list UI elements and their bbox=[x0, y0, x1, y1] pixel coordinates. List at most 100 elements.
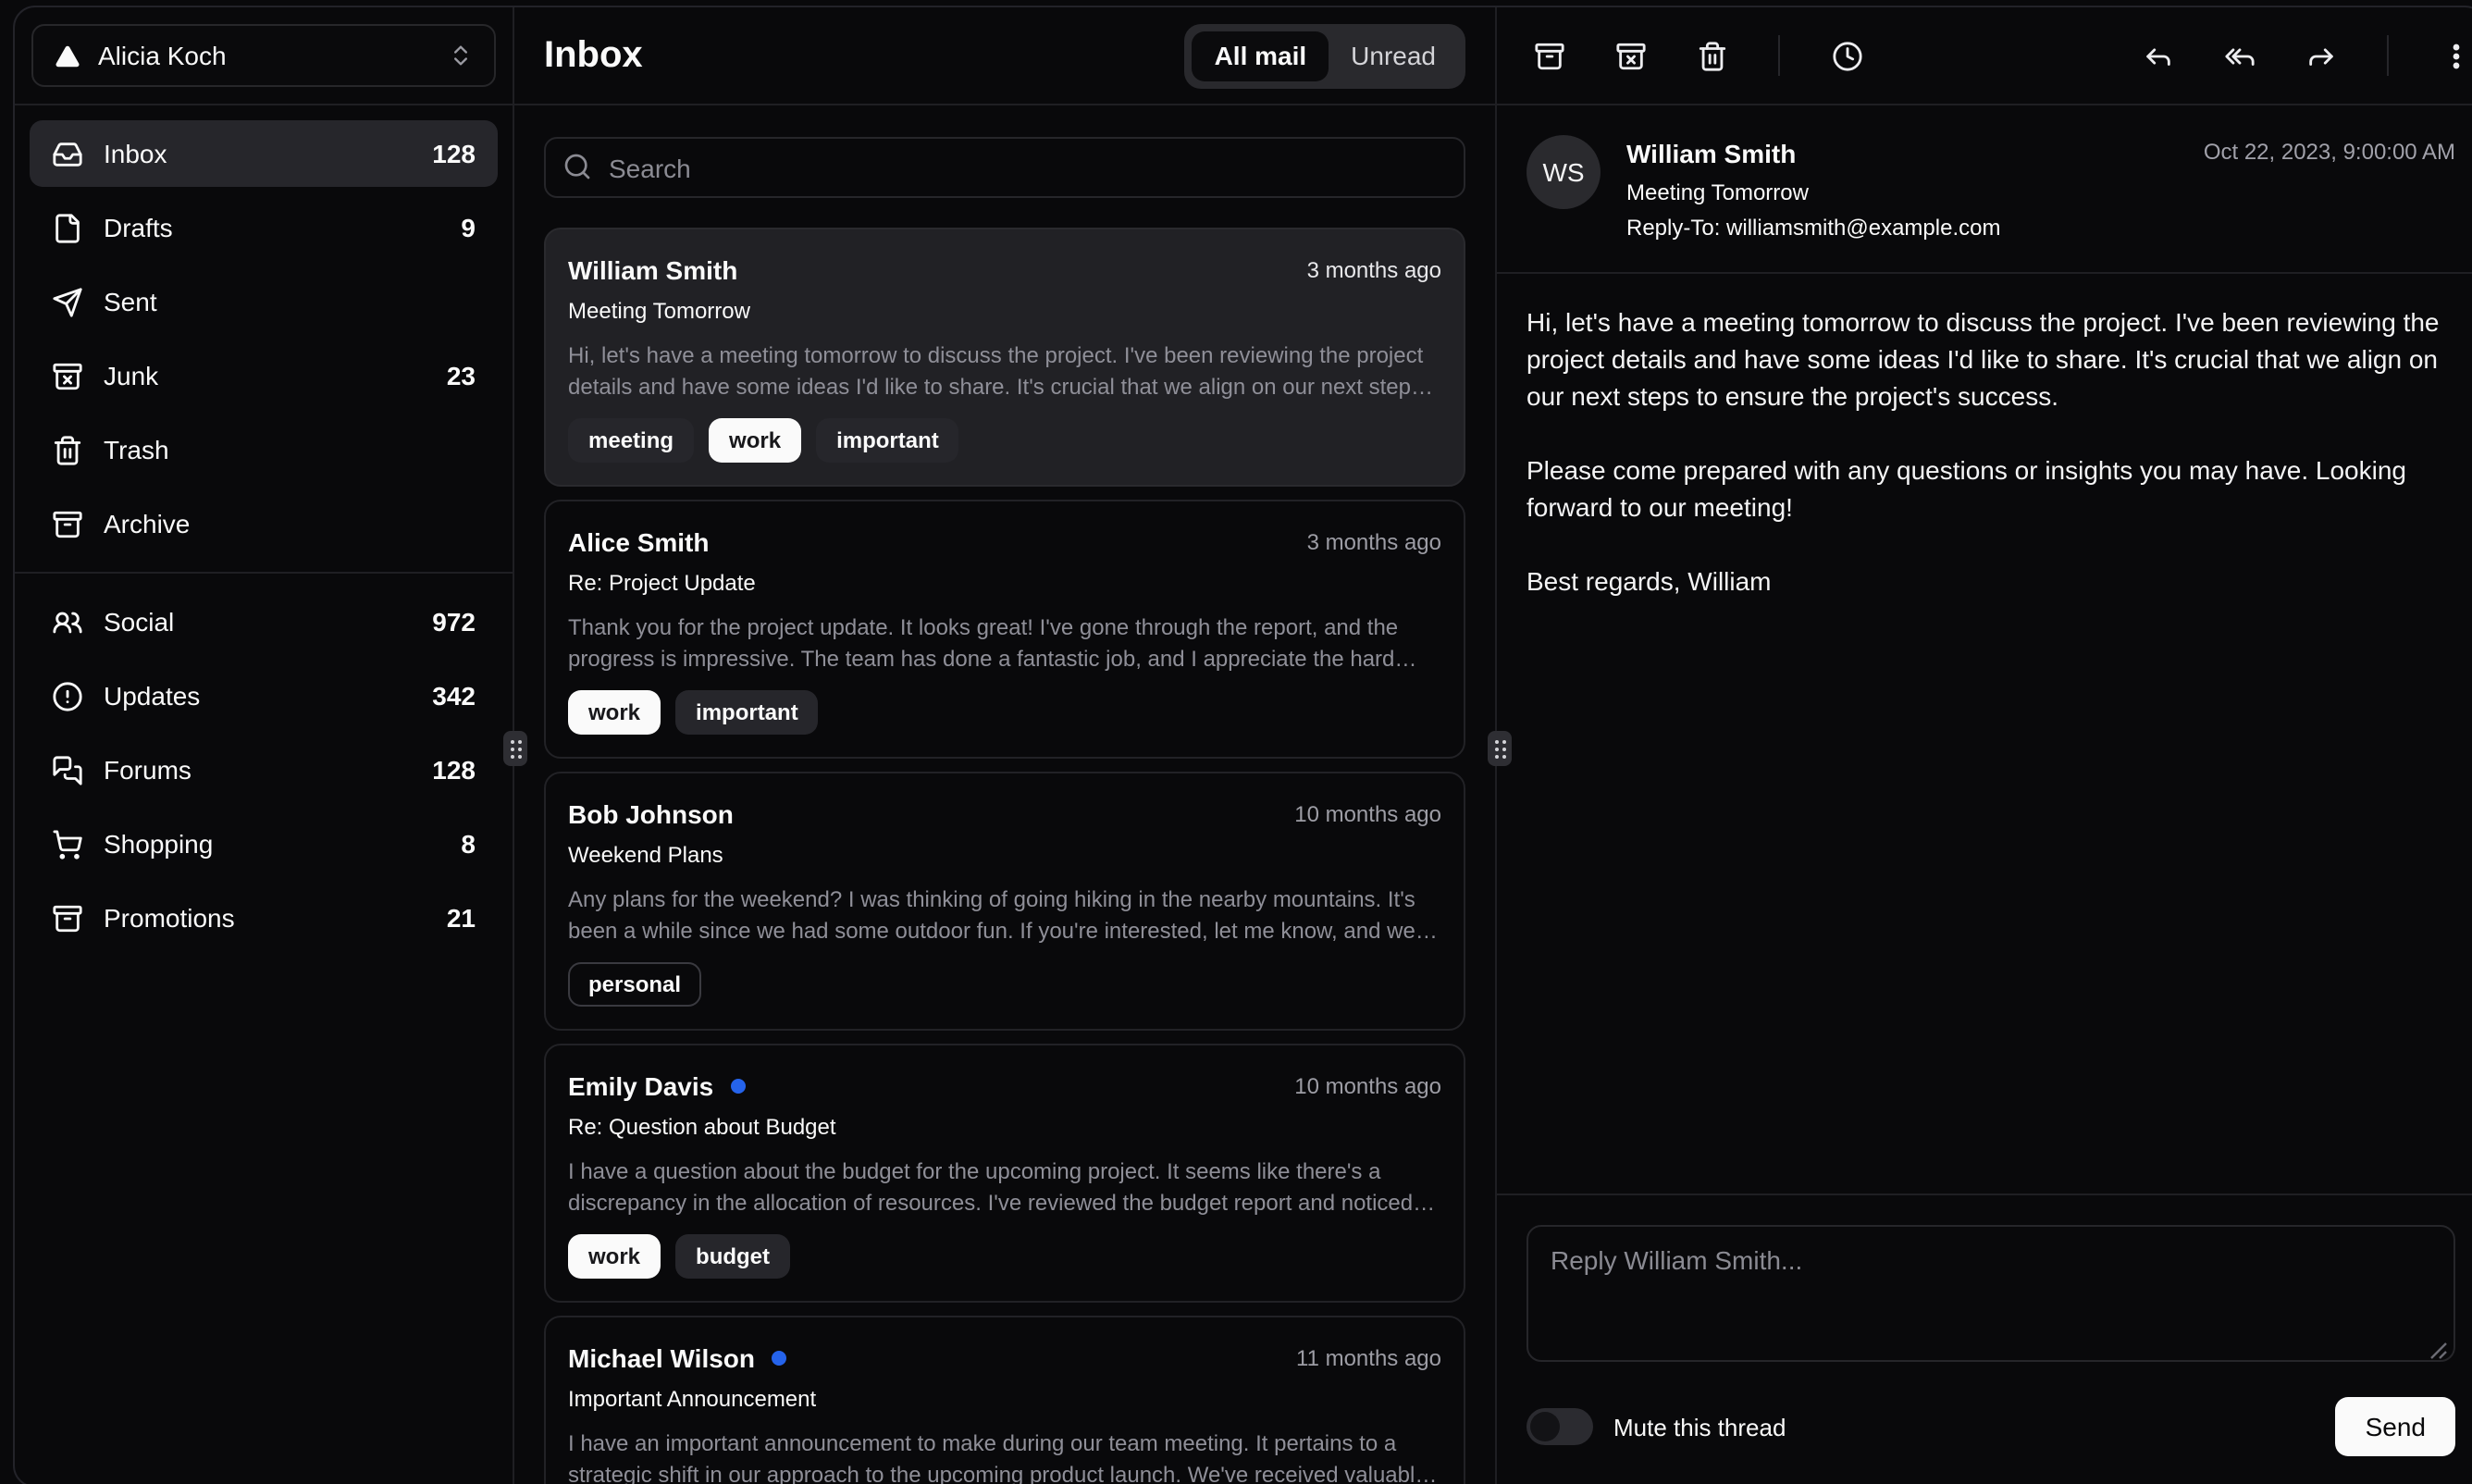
messages-square-icon bbox=[52, 754, 83, 785]
sidebar-item-trash[interactable]: Trash bbox=[30, 416, 498, 483]
label-badge-work[interactable]: work bbox=[568, 1234, 661, 1279]
email-snippet: Thank you for the project update. It loo… bbox=[568, 614, 1399, 672]
sidebar-item-social[interactable]: Social 972 bbox=[30, 588, 498, 655]
email-list: William Smith 3 months ago Meeting Tomorro… bbox=[514, 228, 1495, 1484]
sidebar-item-forums[interactable]: Forums 128 bbox=[30, 736, 498, 803]
more-vertical-button[interactable] bbox=[2422, 22, 2472, 89]
sidebar-item-count: 128 bbox=[432, 139, 476, 168]
reply-icon bbox=[2142, 40, 2173, 71]
email-sender: Michael Wilson bbox=[568, 1343, 756, 1373]
inbox-icon bbox=[52, 138, 83, 169]
search-input[interactable] bbox=[544, 137, 1465, 198]
sidebar-item-label: Drafts bbox=[104, 213, 173, 242]
sidebar-item-sent[interactable]: Sent bbox=[30, 268, 498, 335]
email-sender: Emily Davis bbox=[568, 1071, 714, 1101]
sidebar-item-count: 128 bbox=[432, 755, 476, 785]
email-header-row: Bob Johnson 10 months ago bbox=[568, 796, 1441, 833]
email-snippet: I have an important announcement to make… bbox=[568, 1430, 1428, 1484]
more-vertical-icon bbox=[2440, 40, 2471, 71]
email-list-item[interactable]: Alice Smith 3 months ago Re: Project Updat… bbox=[544, 500, 1465, 759]
toolbar-left-group bbox=[1515, 22, 1880, 89]
sidebar-item-label: Shopping bbox=[104, 829, 214, 859]
email-header-row: Michael Wilson 11 months ago bbox=[568, 1340, 1441, 1377]
email-subject: Re: Question about Budget bbox=[568, 1114, 836, 1140]
sender-info: William Smith Meeting Tomorrow Reply-To:… bbox=[1626, 135, 2000, 242]
sidebar-item-junk[interactable]: Junk 23 bbox=[30, 342, 498, 409]
email-sender: Bob Johnson bbox=[568, 799, 734, 829]
label-badge-important[interactable]: important bbox=[816, 418, 959, 463]
sidebar-item-count: 23 bbox=[446, 361, 476, 390]
mail-filter-tabs: All mail Unread bbox=[1184, 23, 1465, 88]
sender-reply-to: Reply-To: williamsmith@example.com bbox=[1626, 215, 2001, 241]
sidebar: Alicia Koch Inbox 128 Drafts 9 Sent Junk 23 Tra… bbox=[15, 7, 514, 1484]
account-row: Alicia Koch bbox=[15, 7, 513, 105]
sidebar-item-archive[interactable]: Archive bbox=[30, 490, 498, 557]
message-date: Oct 22, 2023, 9:00:00 AM bbox=[2203, 139, 2455, 165]
toolbar-right-group bbox=[2124, 22, 2472, 89]
tab-all-mail[interactable]: All mail bbox=[1192, 31, 1329, 80]
page-title: Inbox bbox=[544, 34, 643, 75]
panel-resize-handle-right[interactable] bbox=[1488, 731, 1512, 766]
trash-button[interactable] bbox=[1678, 22, 1745, 89]
email-subject: Re: Project Update bbox=[568, 570, 756, 596]
archive-button[interactable] bbox=[1515, 22, 1582, 89]
trash-icon bbox=[1696, 40, 1727, 71]
email-labels: work important bbox=[568, 690, 1441, 735]
email-list-item[interactable]: William Smith 3 months ago Meeting Tomorro… bbox=[544, 228, 1465, 487]
search-box bbox=[544, 137, 1465, 198]
archive-x-button[interactable] bbox=[1597, 22, 1663, 89]
sidebar-nav-primary: Inbox 128 Drafts 9 Sent Junk 23 Trash Archive bbox=[15, 105, 513, 572]
email-snippet: Any plans for the weekend? I was thinkin… bbox=[568, 886, 1415, 944]
email-subject: Important Announcement bbox=[568, 1386, 817, 1412]
tab-unread[interactable]: Unread bbox=[1329, 31, 1458, 80]
label-badge-work[interactable]: work bbox=[709, 418, 802, 463]
app-window: Alicia Koch Inbox 128 Drafts 9 Sent Junk 23 Tra… bbox=[13, 6, 2472, 1484]
label-badge-meeting[interactable]: meeting bbox=[568, 418, 695, 463]
archive-icon bbox=[52, 902, 83, 934]
users-icon bbox=[52, 606, 83, 637]
email-list-item[interactable]: Michael Wilson 11 months ago Important Ann… bbox=[544, 1316, 1465, 1484]
email-snippet: Hi, let's have a meeting tomorrow to dis… bbox=[568, 342, 1424, 400]
sidebar-item-promotions[interactable]: Promotions 21 bbox=[30, 884, 498, 951]
label-badge-personal[interactable]: personal bbox=[568, 962, 702, 1007]
sidebar-item-shopping[interactable]: Shopping 8 bbox=[30, 810, 498, 877]
sidebar-item-count: 21 bbox=[446, 903, 476, 933]
sidebar-item-inbox[interactable]: Inbox 128 bbox=[30, 120, 498, 187]
email-labels: personal bbox=[568, 962, 1441, 1007]
unread-dot-icon bbox=[730, 1079, 746, 1094]
sidebar-item-label: Updates bbox=[104, 681, 201, 711]
forward-button[interactable] bbox=[2287, 22, 2354, 89]
email-header-row: Emily Davis 10 months ago bbox=[568, 1068, 1441, 1105]
sender-header: WS William Smith Meeting Tomorrow Reply-… bbox=[1497, 105, 2472, 274]
detail-toolbar bbox=[1497, 7, 2472, 105]
email-time: 11 months ago bbox=[1296, 1345, 1441, 1371]
label-badge-important[interactable]: important bbox=[675, 690, 819, 735]
reply-all-button[interactable] bbox=[2206, 22, 2272, 89]
sidebar-item-label: Social bbox=[104, 607, 175, 637]
email-list-item[interactable]: Emily Davis 10 months ago Re: Question abo… bbox=[544, 1044, 1465, 1303]
label-badge-work[interactable]: work bbox=[568, 690, 661, 735]
clock-button[interactable] bbox=[1813, 22, 1880, 89]
mute-thread-label: Mute this thread bbox=[1613, 1413, 1786, 1441]
email-subject: Weekend Plans bbox=[568, 842, 723, 868]
sidebar-item-drafts[interactable]: Drafts 9 bbox=[30, 194, 498, 261]
email-list-item[interactable]: Bob Johnson 10 months ago Weekend Plans Any… bbox=[544, 772, 1465, 1031]
clock-icon bbox=[1831, 40, 1862, 71]
archive-x-icon bbox=[1614, 40, 1646, 71]
mute-thread-toggle[interactable] bbox=[1526, 1408, 1593, 1445]
account-name: Alicia Koch bbox=[98, 41, 227, 70]
sidebar-item-label: Sent bbox=[104, 287, 157, 316]
label-badge-budget[interactable]: budget bbox=[675, 1234, 791, 1279]
message-body: Hi, let's have a meeting tomorrow to dis… bbox=[1526, 307, 2440, 596]
list-header: Inbox All mail Unread bbox=[514, 7, 1495, 105]
send-button[interactable]: Send bbox=[2335, 1397, 2455, 1456]
account-switcher[interactable]: Alicia Koch bbox=[31, 24, 496, 87]
reply-button[interactable] bbox=[2124, 22, 2191, 89]
sidebar-item-updates[interactable]: Updates 342 bbox=[30, 662, 498, 729]
trash-icon bbox=[52, 434, 83, 465]
triangle-logo-icon bbox=[54, 42, 81, 69]
alert-circle-icon bbox=[52, 680, 83, 711]
reply-textarea[interactable] bbox=[1526, 1225, 2455, 1362]
panel-resize-handle-left[interactable] bbox=[503, 731, 527, 766]
email-subject: Meeting Tomorrow bbox=[568, 298, 750, 324]
